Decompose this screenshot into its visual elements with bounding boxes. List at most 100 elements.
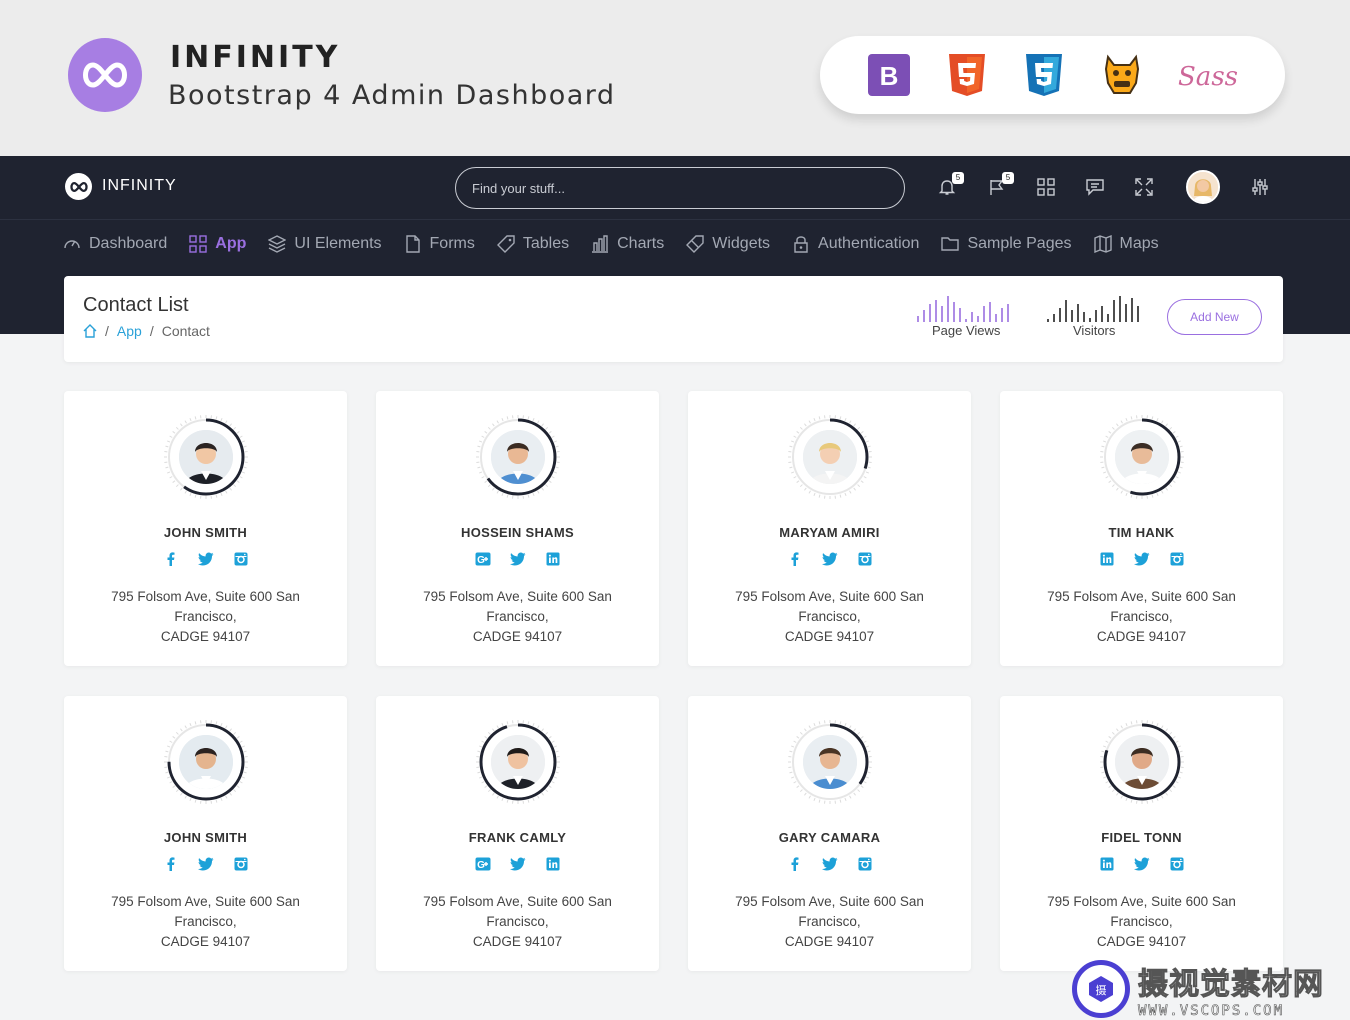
contact-card[interactable]: FIDEL TONN 795 Folsom Ave, Suite 600 San F… xyxy=(1000,696,1283,971)
address-line: Francisco, xyxy=(1110,914,1173,929)
twitter-icon[interactable] xyxy=(509,551,526,567)
instagram-icon[interactable] xyxy=(1169,551,1185,567)
address-line: Francisco, xyxy=(174,609,237,624)
contact-card[interactable]: HOSSEIN SHAMS G 795 Folsom Ave, Suite 600 … xyxy=(376,391,659,666)
home-icon[interactable] xyxy=(83,324,97,338)
infinity-logo-icon xyxy=(68,38,142,112)
facebook-icon[interactable] xyxy=(163,856,179,872)
svg-text:Sass: Sass xyxy=(1178,62,1238,92)
map-icon xyxy=(1093,235,1112,253)
contact-avatar xyxy=(1115,735,1169,789)
contact-card[interactable]: MARYAM AMIRI 795 Folsom Ave, Suite 600 Sa… xyxy=(688,391,971,666)
notifications-bell-icon[interactable]: 5 xyxy=(936,172,964,198)
address-line: Francisco, xyxy=(1110,609,1173,624)
contact-avatar xyxy=(179,430,233,484)
twitter-icon[interactable] xyxy=(821,856,838,872)
page-header-card: Contact List / App / Contact Page Views … xyxy=(64,276,1283,362)
instagram-icon[interactable] xyxy=(857,856,873,872)
layers-icon xyxy=(268,235,287,253)
instagram-icon[interactable] xyxy=(857,551,873,567)
watermark-cn: 摄视觉素材网 xyxy=(1138,967,1324,1003)
facebook-icon[interactable] xyxy=(787,551,803,567)
linkedin-icon[interactable] xyxy=(545,551,561,567)
user-avatar[interactable] xyxy=(1186,170,1220,204)
address-line: CADGE 94107 xyxy=(472,629,563,644)
address-line: 795 Folsom Ave, Suite 600 San xyxy=(111,589,300,604)
svg-text:G: G xyxy=(477,860,485,871)
instagram-icon[interactable] xyxy=(233,856,249,872)
contact-card[interactable]: TIM HANK 795 Folsom Ave, Suite 600 San Fra… xyxy=(1000,391,1283,666)
address-line: CADGE 94107 xyxy=(1096,629,1187,644)
nav-item-widgets[interactable]: Widgets xyxy=(686,232,770,256)
address-line: Francisco, xyxy=(798,609,861,624)
contact-name: HOSSEIN SHAMS xyxy=(461,525,574,540)
settings-sliders-icon[interactable] xyxy=(1249,176,1271,198)
contact-avatar xyxy=(491,430,545,484)
nav-label: Widgets xyxy=(712,235,771,252)
contact-card[interactable]: GARY CAMARA 795 Folsom Ave, Suite 600 San… xyxy=(688,696,971,971)
twitter-icon[interactable] xyxy=(1133,551,1150,567)
twitter-icon[interactable] xyxy=(197,856,214,872)
contact-address: 795 Folsom Ave, Suite 600 San Francisco, C… xyxy=(84,892,327,952)
twitter-icon[interactable] xyxy=(509,856,526,872)
widgets-icon xyxy=(686,235,704,253)
breadcrumb-app[interactable]: App xyxy=(117,323,142,339)
contact-card[interactable]: FRANK CAMLY G 795 Folsom Ave, Suite 600 Sa… xyxy=(376,696,659,971)
address-line: 795 Folsom Ave, Suite 600 San xyxy=(1047,589,1236,604)
breadcrumb-separator: / xyxy=(105,323,109,339)
nav-item-ui-elements[interactable]: UI Elements xyxy=(268,232,382,256)
contact-name: FRANK CAMLY xyxy=(468,830,567,845)
watermark-logo-icon: 摄 xyxy=(1072,960,1130,1018)
contact-card[interactable]: JOHN SMITH 795 Folsom Ave, Suite 600 San F… xyxy=(64,391,347,666)
flags-badge: 5 xyxy=(1002,172,1014,184)
grunt-icon xyxy=(1100,53,1144,97)
nav-label: Maps xyxy=(1119,235,1159,252)
contact-name: GARY CAMARA xyxy=(778,830,881,845)
chat-icon[interactable] xyxy=(1084,176,1106,198)
page-views-label: Page Views xyxy=(932,323,1001,338)
address-line: 795 Folsom Ave, Suite 600 San xyxy=(111,894,300,909)
nav-item-app[interactable]: App xyxy=(189,232,246,256)
facebook-icon[interactable] xyxy=(163,551,179,567)
tech-stack-pill: B Sass xyxy=(820,36,1285,114)
visitors-sparkline xyxy=(1047,296,1139,322)
linkedin-icon[interactable] xyxy=(545,856,561,872)
fullscreen-icon[interactable] xyxy=(1133,176,1155,198)
app-logo-icon[interactable] xyxy=(65,173,92,200)
nav-item-authentication[interactable]: Authentication xyxy=(792,232,919,256)
flag-icon[interactable]: 5 xyxy=(986,172,1014,198)
twitter-icon[interactable] xyxy=(821,551,838,567)
instagram-icon[interactable] xyxy=(233,551,249,567)
contact-address: 795 Folsom Ave, Suite 600 San Francisco, C… xyxy=(708,892,951,952)
nav-item-forms[interactable]: Forms xyxy=(404,232,475,256)
bar-chart-icon xyxy=(592,235,609,253)
contact-address: 795 Folsom Ave, Suite 600 San Francisco, C… xyxy=(396,587,639,647)
address-line: CADGE 94107 xyxy=(160,934,251,949)
contact-avatar xyxy=(179,735,233,789)
twitter-icon[interactable] xyxy=(197,551,214,567)
linkedin-icon[interactable] xyxy=(1099,551,1115,567)
nav-label: Dashboard xyxy=(89,235,168,252)
instagram-icon[interactable] xyxy=(1169,856,1185,872)
add-new-button[interactable]: Add New xyxy=(1167,299,1262,335)
apps-grid-icon[interactable] xyxy=(1035,176,1057,198)
visitors-label: Visitors xyxy=(1073,323,1116,338)
search-input[interactable] xyxy=(455,167,905,209)
breadcrumb: / App / Contact xyxy=(83,323,210,339)
social-links xyxy=(1000,551,1283,567)
twitter-icon[interactable] xyxy=(1133,856,1150,872)
nav-item-charts[interactable]: Charts xyxy=(591,232,664,256)
nav-item-dashboard[interactable]: Dashboard xyxy=(63,232,167,256)
address-line: 795 Folsom Ave, Suite 600 San xyxy=(423,894,612,909)
linkedin-icon[interactable] xyxy=(1099,856,1115,872)
nav-item-tables[interactable]: Tables xyxy=(496,232,569,256)
facebook-icon[interactable] xyxy=(787,856,803,872)
google-plus-icon[interactable]: G xyxy=(475,856,491,872)
html5-icon xyxy=(945,53,989,97)
nav-item-sample-pages[interactable]: Sample Pages xyxy=(941,232,1072,256)
gauge-icon xyxy=(64,240,80,249)
contact-card[interactable]: JOHN SMITH 795 Folsom Ave, Suite 600 San F… xyxy=(64,696,347,971)
google-plus-icon[interactable]: G xyxy=(475,551,491,567)
app-name[interactable]: INFINITY xyxy=(102,177,177,195)
nav-item-maps[interactable]: Maps xyxy=(1093,232,1159,256)
